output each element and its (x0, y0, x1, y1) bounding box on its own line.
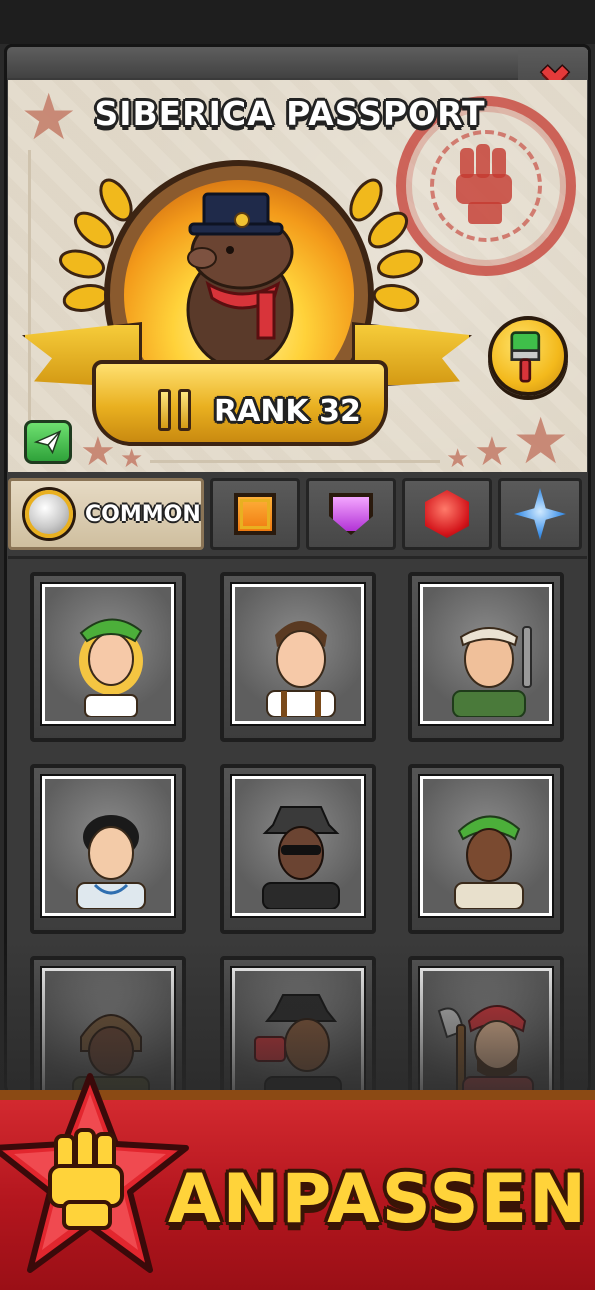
divider (150, 460, 440, 463)
customize-label: ANPASSEN (168, 1160, 589, 1239)
paper-plane-icon (33, 430, 62, 455)
photographer-camera-icon (254, 994, 342, 1101)
blonde-woman-green-cap-icon (79, 618, 143, 717)
silver-coin-icon (25, 490, 73, 538)
doctor-stethoscope-icon (76, 815, 146, 909)
tab-uncommon[interactable] (210, 478, 300, 550)
character-card[interactable] (30, 764, 186, 934)
tab-epic[interactable] (402, 478, 492, 550)
character-card[interactable] (408, 764, 564, 934)
customize-paint-button[interactable] (488, 316, 568, 396)
fist-stamp-icon (456, 144, 512, 224)
rank-insignia-icon (158, 389, 194, 431)
purple-shield-gem-icon (329, 493, 373, 535)
passport-title: SIBERICA PASSPORT (94, 94, 486, 133)
spy-fedora-sunglasses-icon (262, 806, 340, 909)
rank-label: RANK 32 (214, 394, 361, 429)
lumberjack-axe-icon (437, 1005, 534, 1101)
send-button[interactable] (24, 420, 72, 464)
tab-legendary[interactable] (498, 478, 582, 550)
window-header (4, 44, 591, 78)
red-hex-gem-icon (425, 490, 469, 538)
decor-star-icon: ★ (512, 405, 570, 479)
decor-star-icon: ★ (474, 429, 510, 475)
farmer-woman-green-cap-icon (454, 815, 524, 909)
character-card[interactable] (30, 572, 186, 742)
character-card[interactable] (220, 572, 376, 742)
orange-square-gem-icon (234, 493, 276, 535)
capybara-avatar-icon (186, 192, 294, 370)
character-card[interactable] (408, 572, 564, 742)
character-card[interactable] (220, 764, 376, 934)
decor-star-icon: ★ (120, 444, 144, 474)
rarity-tabs: COMMON (8, 476, 587, 552)
fist-star-icon (0, 1073, 189, 1273)
paintbrush-icon (510, 331, 541, 383)
divider (28, 150, 31, 420)
tab-rare[interactable] (306, 478, 396, 550)
tab-label: COMMON (85, 501, 201, 527)
tab-common[interactable]: COMMON (8, 478, 204, 550)
mechanic-wrench-icon (452, 626, 532, 717)
man-suspenders-icon (266, 621, 336, 717)
blue-star-gem-icon (514, 488, 566, 540)
status-bar (0, 0, 595, 44)
decor-star-icon: ★ (446, 444, 470, 474)
